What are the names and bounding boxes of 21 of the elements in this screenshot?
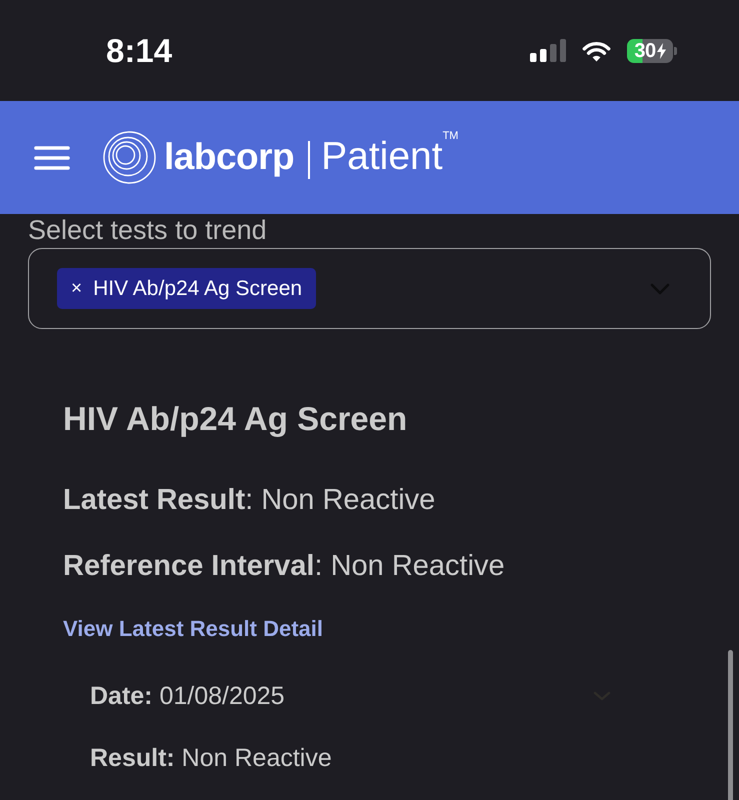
signal-icon [530,39,566,62]
chip-remove-button[interactable]: × [71,279,82,298]
status-time: 8:14 [106,34,172,67]
brand-name: labcorp [164,137,294,178]
menu-icon [34,146,70,170]
test-select-field[interactable]: × HIV Ab/p24 Ag Screen [28,248,711,330]
menu-button[interactable] [34,146,70,170]
chip-label: HIV Ab/p24 Ag Screen [93,278,302,300]
history-field-text: Result: Non Reactive [90,742,332,773]
wifi-icon [582,40,611,62]
product-name: Patient [321,136,443,179]
result-summary-text: Latest Result: Non Reactive [63,482,436,518]
bolt-icon [656,42,666,58]
result-detail-link[interactable]: View Latest Result Detail [63,616,324,643]
test-title: HIV Ab/p24 Ag Screen [63,399,408,439]
select-label: Select tests to trend [28,215,267,246]
history-field-text: Date: 01/08/2025 [90,680,285,711]
scrollbar[interactable] [728,650,733,800]
result-summary-text: Reference Interval: Non Reactive [63,548,505,584]
trademark-mark: TM [442,131,458,142]
logo-icon [103,131,156,184]
